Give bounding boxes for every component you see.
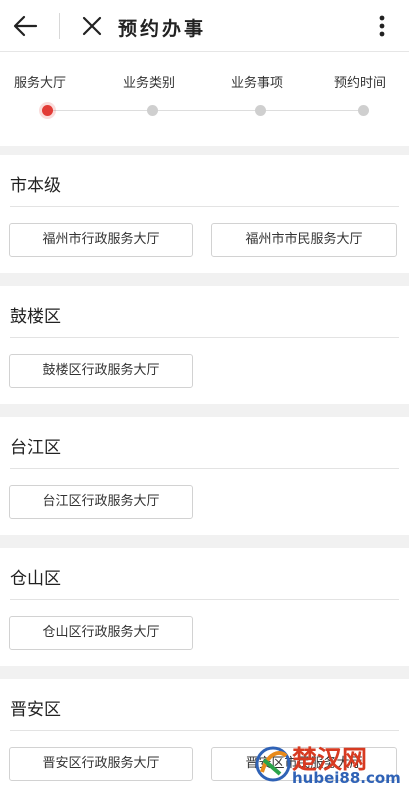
step-dot (255, 105, 266, 116)
site-watermark: 楚汉网 hubei88.com (250, 738, 409, 789)
step-track (47, 110, 364, 111)
close-icon[interactable] (76, 10, 108, 42)
app-header: 预约办事 (0, 0, 409, 52)
page-title: 预约办事 (118, 18, 207, 40)
district-section: 台江区 台江区行政服务大厅 (0, 417, 409, 535)
district-title: 市本级 (10, 176, 61, 196)
step-appointment-time-label[interactable]: 预约时间 (334, 72, 386, 91)
district-title: 晋安区 (10, 700, 61, 720)
hall-button[interactable]: 台江区行政服务大厅 (9, 485, 193, 519)
hall-button[interactable]: 仓山区行政服务大厅 (9, 616, 193, 650)
district-title: 台江区 (10, 438, 61, 458)
step-business-category-label[interactable]: 业务类别 (123, 72, 175, 91)
section-divider (10, 206, 399, 207)
step-dot (358, 105, 369, 116)
watermark-url: hubei88.com (292, 769, 401, 787)
section-divider (10, 468, 399, 469)
section-divider (10, 730, 399, 731)
step-business-item-label[interactable]: 业务事项 (231, 72, 283, 91)
district-section: 鼓楼区 鼓楼区行政服务大厅 (0, 286, 409, 404)
district-section: 仓山区 仓山区行政服务大厅 (0, 548, 409, 666)
more-vertical-icon[interactable] (371, 10, 393, 42)
hall-button[interactable]: 鼓楼区行政服务大厅 (9, 354, 193, 388)
district-title: 鼓楼区 (10, 307, 61, 327)
hall-button[interactable]: 福州市行政服务大厅 (9, 223, 193, 257)
hall-button[interactable]: 晋安区行政服务大厅 (9, 747, 193, 781)
step-indicator: 服务大厅 业务类别 业务事项 预约时间 (0, 52, 409, 146)
step-dot-active (42, 105, 53, 116)
header-divider (59, 13, 60, 39)
district-title: 仓山区 (10, 569, 61, 589)
watermark-logo-icon (255, 746, 291, 782)
back-arrow-icon[interactable] (10, 10, 42, 42)
step-service-hall-label[interactable]: 服务大厅 (14, 72, 66, 91)
section-divider (10, 337, 399, 338)
hall-button[interactable]: 福州市市民服务大厅 (211, 223, 397, 257)
district-section: 市本级 福州市行政服务大厅 福州市市民服务大厅 (0, 155, 409, 273)
section-divider (10, 599, 399, 600)
step-dot (147, 105, 158, 116)
